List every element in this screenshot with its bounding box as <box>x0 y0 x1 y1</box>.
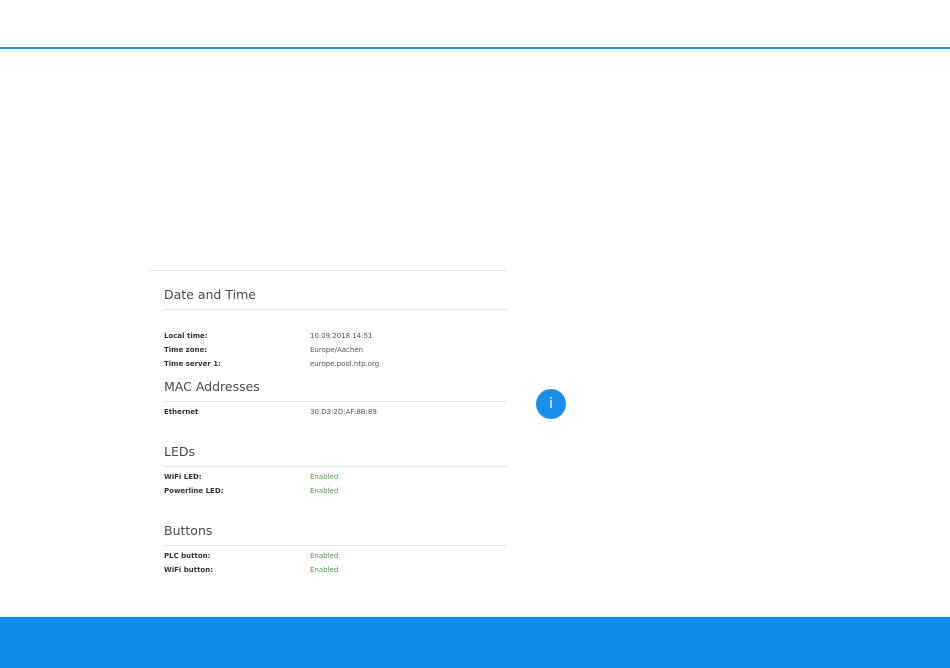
ethernet-label: Ethernet <box>164 408 199 416</box>
wifi-button-row: WiFi button: Enabled <box>150 564 507 576</box>
plc-button-status: Enabled <box>310 552 339 560</box>
footer-bar <box>0 617 950 668</box>
header-divider <box>0 47 950 49</box>
ethernet-row: Ethernet 30:D3:2D:AF:8B:89 <box>150 406 507 418</box>
powerline-led-row: Powerline LED: Enabled <box>150 485 507 497</box>
time-server-label: Time server 1: <box>164 360 221 368</box>
wifi-led-status: Enabled <box>310 473 339 481</box>
mac-addresses-title: MAC Addresses <box>164 379 260 394</box>
buttons-title: Buttons <box>164 523 213 538</box>
local-time-label: Local time: <box>164 332 208 340</box>
plc-button-row: PLC button: Enabled <box>150 550 507 562</box>
section-divider <box>164 545 507 546</box>
section-divider <box>164 401 507 402</box>
time-zone-row: Time zone: Europe/Aachen <box>150 344 507 356</box>
powerline-led-status: Enabled <box>310 487 339 495</box>
time-zone-label: Time zone: <box>164 346 208 354</box>
local-time-value: 10.09.2018 14:51 <box>310 332 373 340</box>
info-icon: i <box>549 396 553 412</box>
time-server-value: europe.pool.ntp.org <box>310 360 380 368</box>
date-time-title: Date and Time <box>164 287 256 302</box>
wifi-button-status: Enabled <box>310 566 339 574</box>
time-zone-value: Europe/Aachen <box>310 346 364 354</box>
device-info-panel: Date and Time Local time: 10.09.2018 14:… <box>150 270 507 574</box>
ethernet-value: 30:D3:2D:AF:8B:89 <box>310 408 377 416</box>
section-divider <box>164 466 507 467</box>
leds-title: LEDs <box>164 444 195 459</box>
powerline-led-label: Powerline LED: <box>164 487 224 495</box>
info-button[interactable]: i <box>536 389 566 419</box>
local-time-row: Local time: 10.09.2018 14:51 <box>150 330 507 342</box>
time-server-row: Time server 1: europe.pool.ntp.org <box>150 358 507 370</box>
wifi-led-row: WiFi LED: Enabled <box>150 471 507 483</box>
wifi-led-label: WiFi LED: <box>164 473 202 481</box>
plc-button-label: PLC button: <box>164 552 211 560</box>
section-divider <box>164 309 507 310</box>
wifi-button-label: WiFi button: <box>164 566 214 574</box>
